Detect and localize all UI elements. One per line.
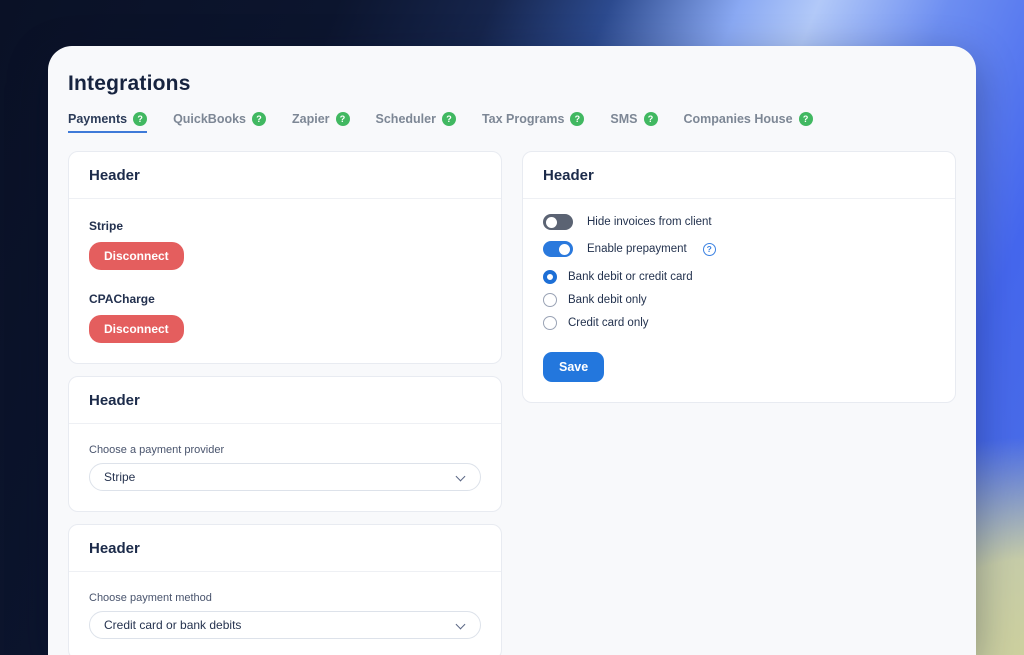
radio-row-card-only: Credit card only xyxy=(543,316,935,330)
tab-scheduler[interactable]: Scheduler ? xyxy=(376,112,456,133)
card-header: Header xyxy=(69,377,501,424)
tab-label: Payments xyxy=(68,112,128,126)
help-badge-icon[interactable]: ? xyxy=(570,112,585,126)
enable-prepayment-toggle[interactable] xyxy=(543,241,573,257)
chevron-down-icon xyxy=(456,620,466,630)
provider-row-cpacharge: CPACharge Disconnect xyxy=(89,292,481,343)
tab-label: QuickBooks xyxy=(173,112,246,126)
payment-method-label: Choose payment method xyxy=(89,592,212,604)
tab-sms[interactable]: SMS ? xyxy=(610,112,658,133)
enable-prepayment-row: Enable prepayment ? xyxy=(543,241,935,257)
tab-label: Scheduler xyxy=(375,112,436,126)
radio-credit-card-only[interactable] xyxy=(543,316,557,330)
toggle-knob xyxy=(546,216,557,228)
help-badge-icon[interactable]: ? xyxy=(252,112,266,126)
invoice-settings-card: Header Hide invoices from client Enable … xyxy=(522,151,956,403)
payment-provider-label: Choose a payment provider xyxy=(89,444,225,456)
radio-label: Bank debit or credit card xyxy=(568,271,693,283)
radio-bank-debit-only[interactable] xyxy=(543,293,557,307)
payment-provider-card: Header Choose a payment provider Stripe xyxy=(68,376,502,512)
main-panel: Integrations Payments ? QuickBooks ? Zap… xyxy=(48,46,976,655)
card-header: Header xyxy=(69,525,501,572)
tab-label: Zapier xyxy=(292,112,330,126)
help-badge-icon[interactable]: ? xyxy=(643,112,658,126)
payment-method-select[interactable]: Credit card or bank debits xyxy=(89,611,481,639)
connected-providers-card: Header Stripe Disconnect CPACharge Disco… xyxy=(68,151,502,364)
tab-companies-house[interactable]: Companies House ? xyxy=(684,112,813,133)
toggle-label: Enable prepayment xyxy=(587,243,687,255)
selected-value: Credit card or bank debits xyxy=(104,618,242,632)
tab-label: Companies House xyxy=(683,112,793,126)
chevron-down-icon xyxy=(456,472,466,482)
save-button[interactable]: Save xyxy=(543,352,605,382)
disconnect-cpacharge-button[interactable]: Disconnect xyxy=(89,315,184,343)
tab-zapier[interactable]: Zapier ? xyxy=(292,112,350,133)
selected-value: Stripe xyxy=(104,470,136,484)
toggle-label: Hide invoices from client xyxy=(587,216,712,228)
radio-label: Credit card only xyxy=(568,317,649,329)
payment-provider-select[interactable]: Stripe xyxy=(89,463,481,491)
help-badge-icon[interactable]: ? xyxy=(335,112,350,126)
tab-label: Tax Programs xyxy=(481,112,565,126)
tab-payments[interactable]: Payments ? xyxy=(68,112,148,133)
disconnect-stripe-button[interactable]: Disconnect xyxy=(89,242,184,270)
help-badge-icon[interactable]: ? xyxy=(133,112,148,126)
card-header: Header xyxy=(69,152,501,199)
page-title: Integrations xyxy=(68,72,191,95)
tab-quickbooks[interactable]: QuickBooks ? xyxy=(173,112,266,133)
provider-name: CPACharge xyxy=(89,292,155,306)
tab-bar: Payments ? QuickBooks ? Zapier ? Schedul… xyxy=(68,112,956,133)
hide-invoices-toggle[interactable] xyxy=(543,214,573,230)
payment-method-card: Header Choose payment method Credit card… xyxy=(68,524,502,655)
tab-tax-programs[interactable]: Tax Programs ? xyxy=(481,112,585,133)
left-column: Header Stripe Disconnect CPACharge Disco… xyxy=(68,151,502,655)
provider-name: Stripe xyxy=(89,219,124,233)
provider-row-stripe: Stripe Disconnect xyxy=(89,219,481,270)
radio-row-debit-only: Bank debit only xyxy=(543,293,935,307)
help-badge-icon[interactable]: ? xyxy=(798,112,813,126)
radio-bank-debit-or-credit-card[interactable] xyxy=(543,270,557,284)
radio-row-debit-or-card: Bank debit or credit card xyxy=(543,270,935,284)
prepayment-help-icon[interactable]: ? xyxy=(702,242,716,256)
toggle-knob xyxy=(559,243,570,255)
hide-invoices-row: Hide invoices from client xyxy=(543,214,935,230)
help-badge-icon[interactable]: ? xyxy=(441,112,456,126)
card-header: Header xyxy=(523,152,955,199)
tab-label: SMS xyxy=(610,112,638,126)
radio-label: Bank debit only xyxy=(568,294,647,306)
right-column: Header Hide invoices from client Enable … xyxy=(522,151,956,403)
